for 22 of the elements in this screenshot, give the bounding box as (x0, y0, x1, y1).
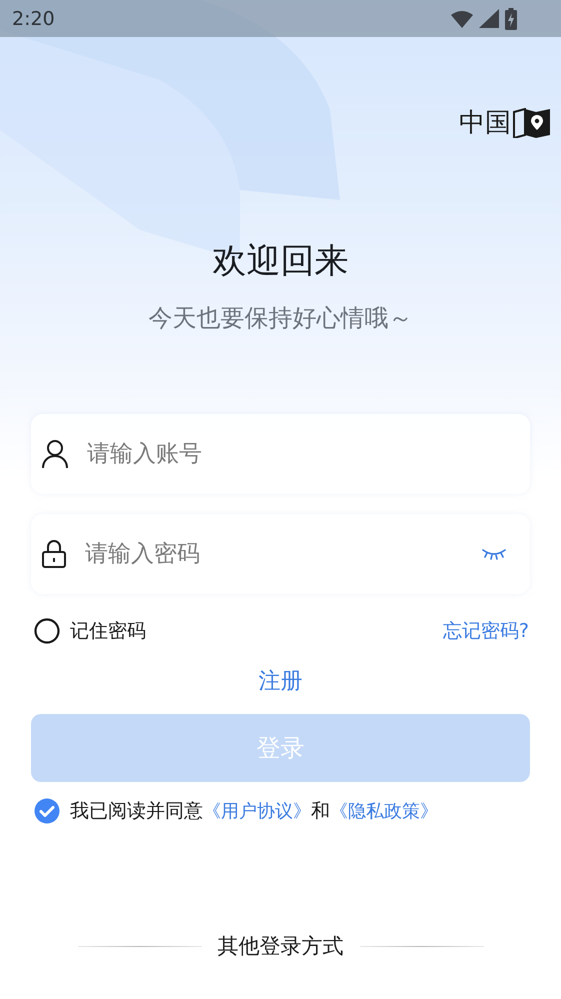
forgot-password-link[interactable]: 忘记密码? (442, 618, 529, 644)
battery-icon (505, 8, 517, 30)
user-icon (41, 439, 69, 469)
welcome-title: 欢迎回来 (212, 240, 350, 283)
map-pin-icon[interactable] (513, 108, 551, 138)
checkbox[interactable] (34, 618, 60, 644)
other-login-label: 其他登录方式 (218, 933, 344, 960)
welcome-subtitle: 今天也要保持好心情哦～ (148, 303, 414, 334)
lock-icon (41, 539, 67, 569)
privacy-policy-link[interactable]: 《隐私政策》 (330, 801, 438, 822)
closed-eye-icon[interactable] (482, 548, 506, 560)
account-field[interactable]: 请输入账号 (85, 440, 506, 468)
status-time: 2:20 (12, 8, 55, 30)
wifi-icon (451, 10, 473, 28)
agreement-text: 我已阅读并同意《用户协议》和《隐私政策》 (70, 799, 438, 824)
checkbox[interactable] (34, 798, 60, 824)
user-agreement-link[interactable]: 《用户协议》 (203, 801, 311, 822)
region-label[interactable]: 中国 (459, 105, 511, 140)
remember-label[interactable]: 记住密码 (70, 618, 146, 644)
password-field[interactable]: 请输入密码 (83, 540, 466, 568)
register-link[interactable]: 注册 (258, 666, 302, 696)
signal-icon (479, 9, 499, 28)
